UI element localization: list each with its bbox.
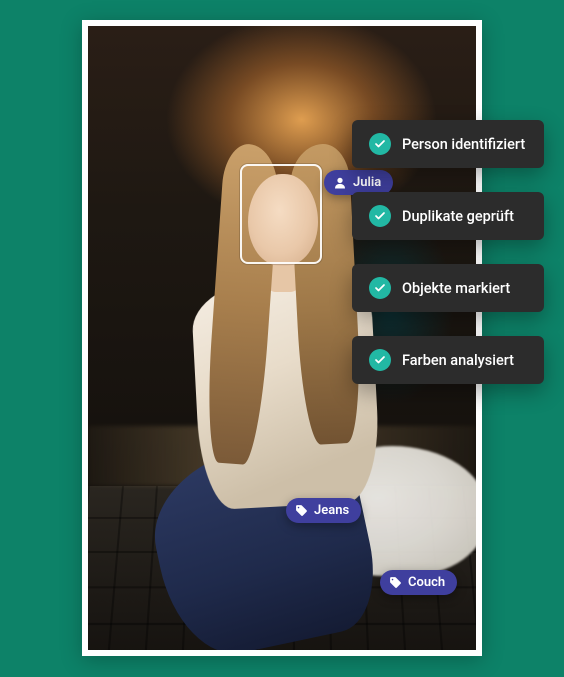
- status-label: Objekte markiert: [402, 280, 510, 297]
- tag-icon: [295, 504, 308, 517]
- status-label: Farben analysiert: [402, 352, 514, 369]
- check-icon: [369, 205, 391, 227]
- status-label: Duplikate geprüft: [402, 208, 514, 225]
- tag-object-jeans[interactable]: Jeans: [286, 498, 361, 523]
- check-icon: [369, 277, 391, 299]
- status-colors-analyzed: Farben analysiert: [352, 336, 544, 384]
- tag-icon: [389, 576, 402, 589]
- tag-object-couch[interactable]: Couch: [380, 570, 457, 595]
- tag-label: Couch: [408, 575, 445, 590]
- status-label: Person identifiziert: [402, 136, 525, 153]
- person-icon: [333, 176, 347, 190]
- face-detection-box[interactable]: [240, 164, 322, 264]
- tag-label: Jeans: [314, 503, 349, 518]
- check-icon: [369, 133, 391, 155]
- status-person-identified: Person identifiziert: [352, 120, 544, 168]
- tag-label: Julia: [353, 175, 381, 190]
- check-icon: [369, 349, 391, 371]
- status-objects-tagged: Objekte markiert: [352, 264, 544, 312]
- status-duplicates-checked: Duplikate geprüft: [352, 192, 544, 240]
